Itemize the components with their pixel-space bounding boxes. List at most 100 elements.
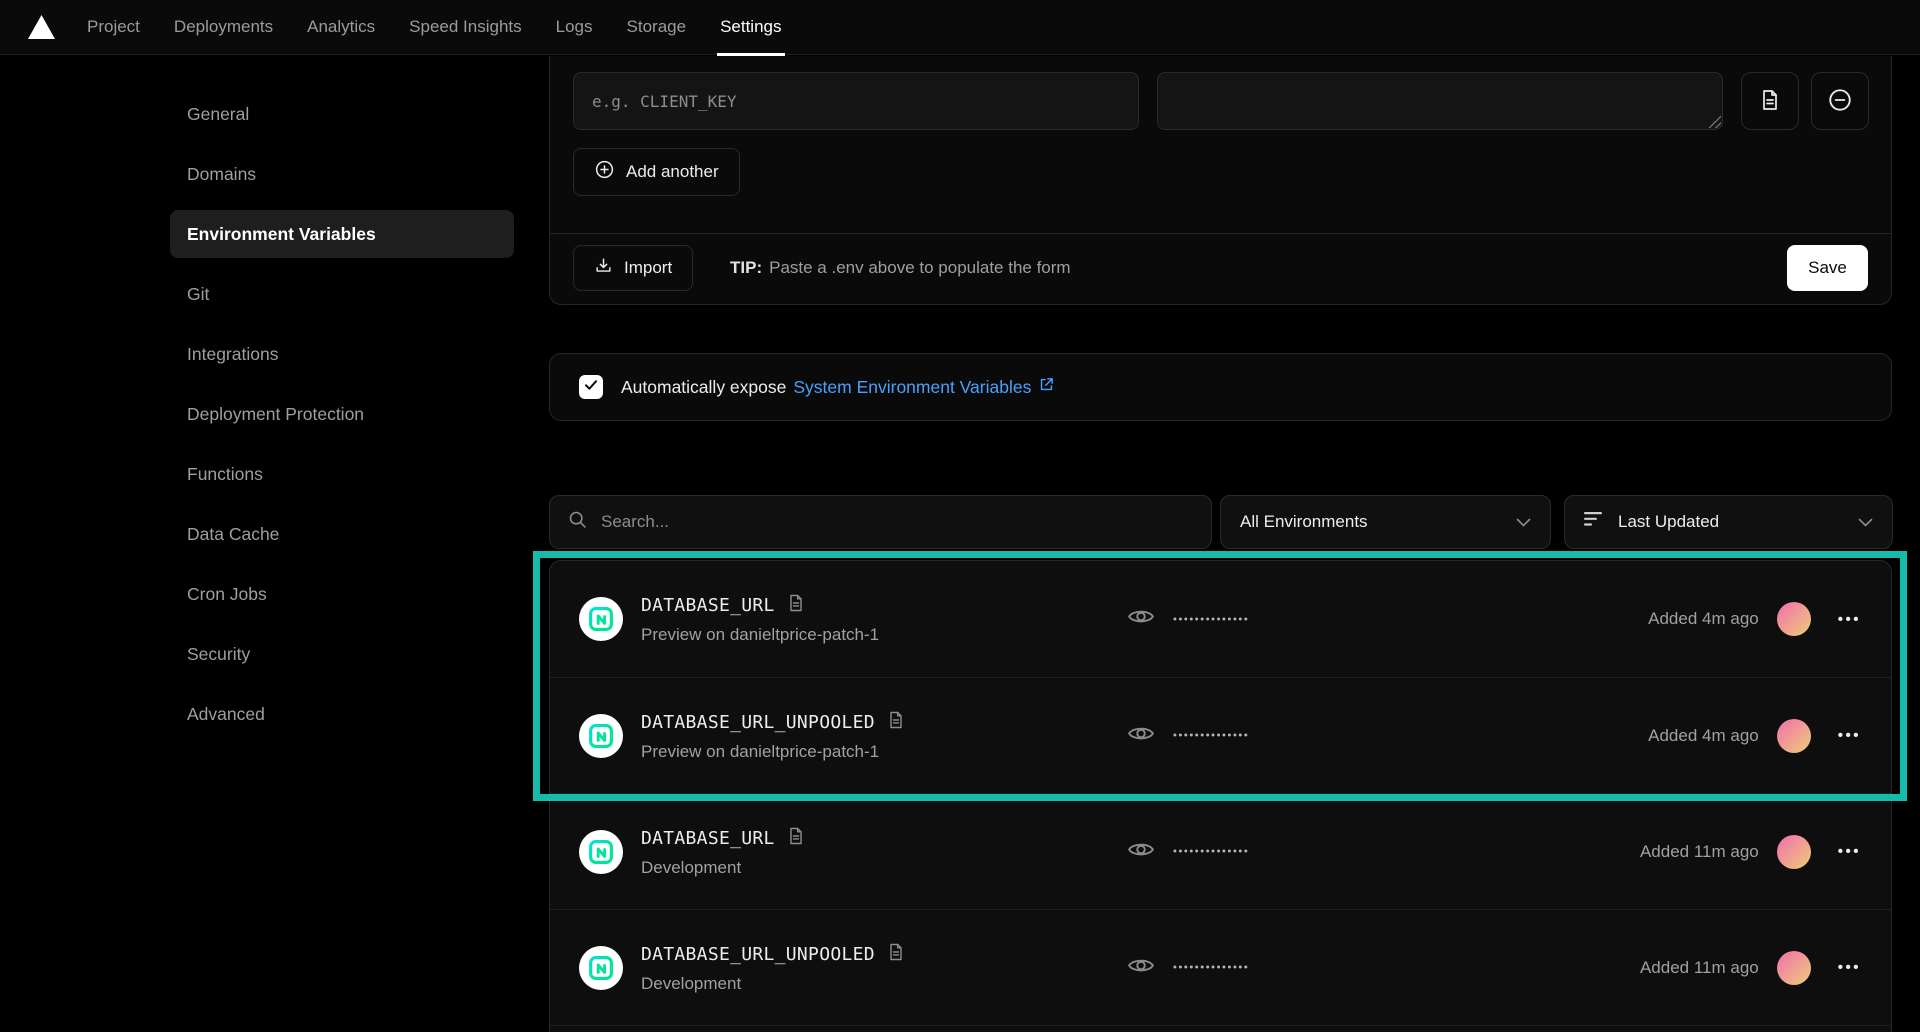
env-var-row[interactable]: DATABASE_URL Development •••••••••••••• … bbox=[550, 793, 1891, 909]
sidebar-item-environment-variables[interactable]: Environment Variables bbox=[170, 210, 514, 258]
expose-label: Automatically expose bbox=[621, 377, 786, 398]
added-timestamp: Added 11m ago bbox=[1640, 842, 1759, 862]
masked-value: •••••••••••••• bbox=[1173, 730, 1249, 742]
eye-icon[interactable] bbox=[1126, 602, 1156, 637]
added-timestamp: Added 4m ago bbox=[1648, 726, 1759, 746]
vercel-logo-icon[interactable] bbox=[28, 15, 55, 39]
sidebar-item-advanced[interactable]: Advanced bbox=[170, 690, 514, 738]
sidebar-item-general[interactable]: General bbox=[170, 90, 514, 138]
env-var-name: DATABASE_URL bbox=[641, 595, 775, 616]
note-icon bbox=[886, 942, 906, 967]
nav-item-project[interactable]: Project bbox=[87, 0, 140, 55]
top-navigation: Project Deployments Analytics Speed Insi… bbox=[0, 0, 1920, 55]
add-another-label: Add another bbox=[626, 162, 719, 182]
search-box[interactable] bbox=[549, 495, 1212, 549]
env-var-name: DATABASE_URL_UNPOOLED bbox=[641, 944, 875, 965]
environment-filter-dropdown[interactable]: All Environments bbox=[1220, 495, 1551, 549]
download-icon bbox=[594, 256, 613, 280]
create-env-var-card: Add another Import TIP: Paste a .env abo… bbox=[549, 56, 1892, 305]
env-value-input[interactable] bbox=[1157, 72, 1723, 130]
env-var-target: Preview on danieltprice-patch-1 bbox=[641, 625, 879, 645]
sidebar-item-integrations[interactable]: Integrations bbox=[170, 330, 514, 378]
search-icon bbox=[567, 509, 588, 535]
settings-sidebar: General Domains Environment Variables Gi… bbox=[170, 90, 514, 750]
document-icon bbox=[1758, 88, 1782, 115]
add-another-button[interactable]: Add another bbox=[573, 148, 740, 196]
env-var-info: DATABASE_URL_UNPOOLED Development bbox=[641, 942, 906, 994]
row-menu-button[interactable]: ••• bbox=[1838, 728, 1861, 743]
row-menu-button[interactable]: ••• bbox=[1838, 844, 1861, 859]
nav-item-settings[interactable]: Settings bbox=[720, 0, 781, 55]
tip-label: TIP: bbox=[730, 258, 762, 278]
nav-item-analytics[interactable]: Analytics bbox=[307, 0, 375, 55]
note-icon bbox=[886, 710, 906, 735]
row-menu-button[interactable]: ••• bbox=[1838, 612, 1861, 627]
plus-circle-icon bbox=[594, 159, 615, 185]
env-var-target: Development bbox=[641, 974, 906, 994]
sort-lines-icon bbox=[1584, 512, 1604, 532]
env-var-name: DATABASE_URL bbox=[641, 828, 775, 849]
user-avatar bbox=[1777, 951, 1811, 985]
eye-icon[interactable] bbox=[1126, 718, 1156, 753]
user-avatar bbox=[1777, 835, 1811, 869]
import-label: Import bbox=[624, 258, 672, 278]
tip-text: Paste a .env above to populate the form bbox=[769, 258, 1070, 278]
env-key-input[interactable] bbox=[573, 72, 1139, 130]
expose-system-env-card: Automatically expose System Environment … bbox=[549, 353, 1892, 421]
env-var-target: Development bbox=[641, 858, 806, 878]
sidebar-item-data-cache[interactable]: Data Cache bbox=[170, 510, 514, 558]
eye-icon[interactable] bbox=[1126, 950, 1156, 985]
sidebar-item-cron-jobs[interactable]: Cron Jobs bbox=[170, 570, 514, 618]
env-var-row-partial bbox=[550, 1025, 1891, 1032]
environment-variables-panel: Add another Import TIP: Paste a .env abo… bbox=[549, 0, 1894, 1032]
neon-integration-icon bbox=[579, 714, 623, 758]
nav-item-deployments[interactable]: Deployments bbox=[174, 0, 273, 55]
save-button[interactable]: Save bbox=[1787, 245, 1868, 291]
sidebar-item-security[interactable]: Security bbox=[170, 630, 514, 678]
env-var-row[interactable]: DATABASE_URL_UNPOOLED Development ••••••… bbox=[550, 909, 1891, 1025]
nav-item-logs[interactable]: Logs bbox=[556, 0, 593, 55]
eye-icon[interactable] bbox=[1126, 834, 1156, 869]
environment-filter-value: All Environments bbox=[1240, 512, 1368, 532]
note-icon bbox=[786, 593, 806, 618]
added-timestamp: Added 4m ago bbox=[1648, 609, 1759, 629]
masked-value: •••••••••••••• bbox=[1173, 846, 1249, 858]
env-var-target: Preview on danieltprice-patch-1 bbox=[641, 742, 906, 762]
external-link-icon bbox=[1038, 376, 1055, 398]
row-menu-button[interactable]: ••• bbox=[1838, 960, 1861, 975]
sort-value: Last Updated bbox=[1618, 512, 1719, 532]
user-avatar bbox=[1777, 602, 1811, 636]
neon-integration-icon bbox=[579, 830, 623, 874]
env-var-name: DATABASE_URL_UNPOOLED bbox=[641, 712, 875, 733]
import-button[interactable]: Import bbox=[573, 245, 693, 291]
sidebar-item-git[interactable]: Git bbox=[170, 270, 514, 318]
sidebar-item-deployment-protection[interactable]: Deployment Protection bbox=[170, 390, 514, 438]
masked-value: •••••••••••••• bbox=[1173, 613, 1249, 625]
paste-file-button[interactable] bbox=[1741, 72, 1799, 130]
chevron-down-icon bbox=[1516, 518, 1531, 527]
env-var-info: DATABASE_URL Development bbox=[641, 826, 806, 878]
sidebar-item-domains[interactable]: Domains bbox=[170, 150, 514, 198]
nav-item-speed-insights[interactable]: Speed Insights bbox=[409, 0, 521, 55]
chevron-down-icon bbox=[1858, 518, 1873, 527]
env-var-info: DATABASE_URL_UNPOOLED Preview on danielt… bbox=[641, 710, 906, 762]
minus-circle-icon bbox=[1827, 87, 1853, 116]
search-input[interactable] bbox=[601, 512, 1194, 532]
nav-item-storage[interactable]: Storage bbox=[627, 0, 687, 55]
neon-integration-icon bbox=[579, 597, 623, 641]
sort-dropdown[interactable]: Last Updated bbox=[1564, 495, 1893, 549]
env-var-info: DATABASE_URL Preview on danieltprice-pat… bbox=[641, 593, 879, 645]
system-env-vars-link[interactable]: System Environment Variables bbox=[793, 376, 1055, 398]
added-timestamp: Added 11m ago bbox=[1640, 958, 1759, 978]
env-var-row[interactable]: DATABASE_URL Preview on danieltprice-pat… bbox=[550, 561, 1891, 677]
neon-integration-icon bbox=[579, 946, 623, 990]
system-env-vars-link-label: System Environment Variables bbox=[793, 377, 1031, 398]
user-avatar bbox=[1777, 719, 1811, 753]
env-var-row[interactable]: DATABASE_URL_UNPOOLED Preview on danielt… bbox=[550, 677, 1891, 793]
remove-row-button[interactable] bbox=[1811, 72, 1869, 130]
checkmark-icon bbox=[583, 377, 599, 398]
env-var-table: DATABASE_URL Preview on danieltprice-pat… bbox=[549, 560, 1892, 1032]
expose-checkbox[interactable] bbox=[579, 375, 603, 399]
note-icon bbox=[786, 826, 806, 851]
sidebar-item-functions[interactable]: Functions bbox=[170, 450, 514, 498]
